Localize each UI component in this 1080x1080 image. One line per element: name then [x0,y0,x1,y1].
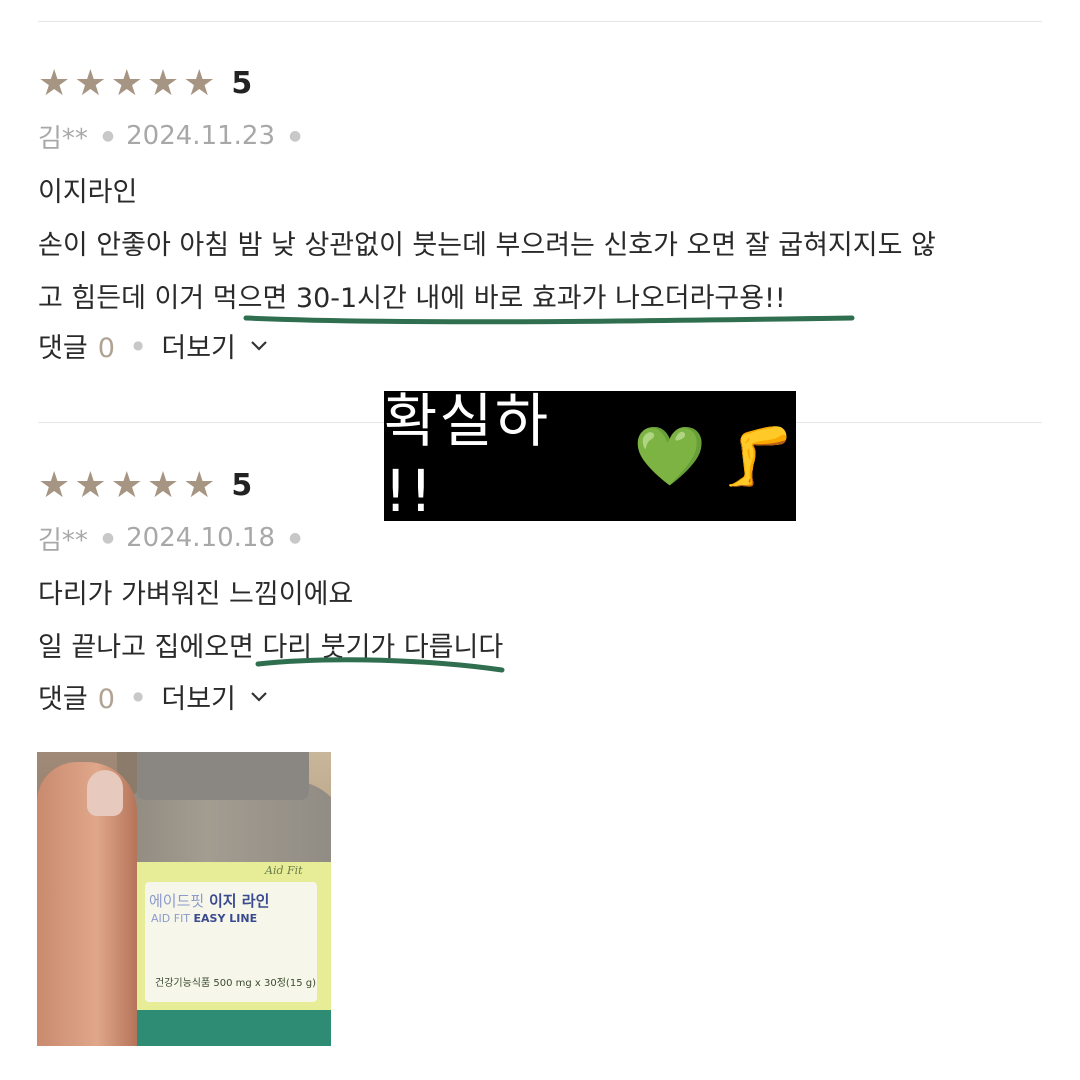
review-title: 이지라인 [38,177,138,208]
separator-dot: ● [132,338,144,352]
separator-dot: ● [101,530,115,546]
star-icon: ★ [74,63,107,104]
comments-count: 0 [97,332,115,364]
star-icon: ★ [74,465,107,506]
star-icon: ★ [146,63,180,104]
review-date: 2024.10.18 [126,523,276,553]
bottle-brand: Aid Fit [265,864,303,877]
highlight-underline [243,315,855,325]
thumbnail-nail [87,770,123,816]
green-heart-icon: 💚 [633,422,708,490]
review-body: 이지라인 손이 안좋아 아침 밤 낮 상관없이 붓는데 부으려는 신호가 오면 … [38,166,1042,325]
separator-dot: ● [101,128,115,144]
chevron-down-icon [251,692,267,702]
author-name: 김** [38,525,88,556]
top-divider [38,21,1042,22]
comments-label: 댓글 [38,683,88,715]
star-icon: ★ [110,63,143,104]
bottle-green-band [113,1010,331,1046]
star-icon: ★ [183,63,216,104]
leg-icon: 🦵 [721,422,796,490]
star-rating: ★ ★ ★ ★ ★ [38,64,215,104]
review-line: 일 끝나고 집에오면 다리 붓기가 다릅니다 [38,632,504,663]
rating-score: 5 [231,66,253,101]
separator-dot: ● [289,530,302,546]
review-meta: 김** ● 2024.11.23 ● [38,118,1042,154]
overlay-caption: 확실하 !! [384,387,551,525]
more-button[interactable]: 더보기 [161,677,270,716]
star-icon: ★ [38,465,71,506]
star-icon: ★ [183,465,216,506]
review-footer: 댓글 0 ● 더보기 [38,676,1042,716]
review-line: 손이 안좋아 아침 밤 낮 상관없이 붓는데 부으려는 신호가 오면 잘 굽혀지… [38,230,936,261]
overlay-caption-banner: 확실하 !! 💚 🦵 [384,387,796,525]
rating-row: ★ ★ ★ ★ ★ 5 [38,64,1042,104]
comments-link[interactable]: 댓글 0 [38,326,115,365]
star-icon: ★ [38,63,71,104]
highlight-underline [255,657,505,673]
comments-count: 0 [97,683,115,715]
comments-link[interactable]: 댓글 0 [38,677,115,716]
star-rating: ★ ★ ★ ★ ★ [38,466,215,506]
review-date: 2024.11.23 [126,121,276,151]
bottle-product-name-ko: 에이드핏 이지 라인 [149,892,270,910]
review-title: 다리가 가벼워진 느낌이에요 [38,579,354,610]
comments-label: 댓글 [38,332,88,364]
separator-dot: ● [289,128,302,144]
star-icon: ★ [110,465,143,506]
review-body: 다리가 가벼워진 느낌이에요 일 끝나고 집에오면 다리 붓기가 다릅니다 [38,568,1042,674]
star-icon: ★ [146,465,180,506]
bottle-product-name-en: AID FIT EASY LINE [151,912,258,925]
more-label: 더보기 [161,683,236,715]
author-name: 김** [38,123,88,154]
rating-score: 5 [231,468,253,503]
separator-dot: ● [132,689,144,703]
bottle-cap [137,752,309,800]
review-photo[interactable]: Aid Fit 에이드핏 이지 라인 AID FIT EASY LINE 건강기… [37,752,331,1046]
bottle-dose-text: 건강기능식품 500 mg x 30정(15 g) [155,978,316,989]
chevron-down-icon [251,341,267,351]
more-label: 더보기 [161,332,236,364]
